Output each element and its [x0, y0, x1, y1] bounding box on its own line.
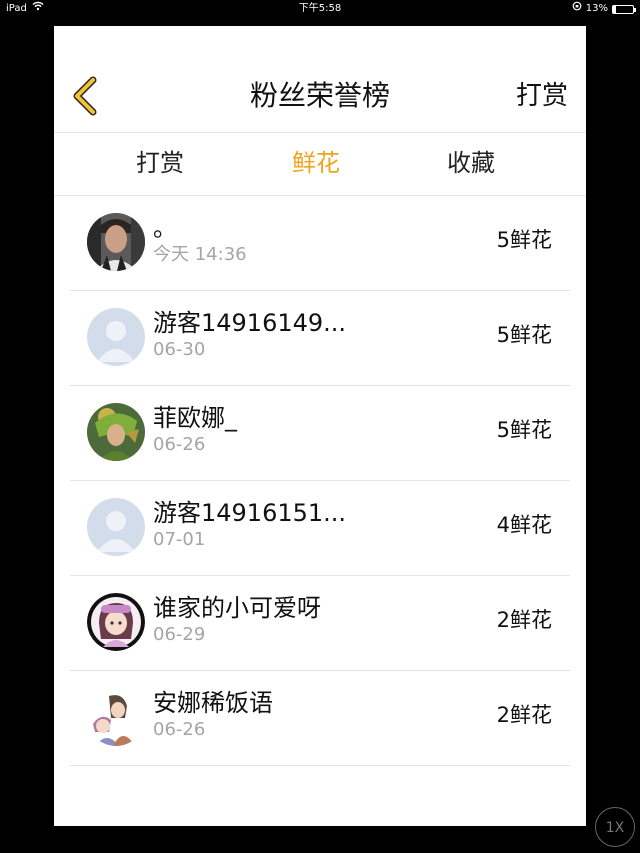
flower-count: 4鲜花	[496, 513, 552, 537]
tab-flowers[interactable]: 鲜花	[292, 145, 340, 181]
default-avatar	[87, 498, 145, 556]
battery-percent: 13%	[585, 3, 608, 14]
fan-date: 今天 14:36	[153, 244, 247, 265]
fan-date: 06-30	[153, 339, 206, 360]
flower-count: 2鲜花	[496, 703, 552, 727]
flower-count: 5鲜花	[496, 418, 552, 442]
fan-name: 谁家的小可爱呀	[153, 594, 321, 622]
fan-name: 游客14916151...	[153, 499, 347, 527]
status-right: 13%	[572, 0, 636, 18]
battery-icon	[612, 4, 636, 14]
tab-bar: 打赏 鲜花 收藏	[54, 133, 586, 196]
list-item[interactable]: 菲欧娜_ 06-26 5鲜花	[70, 386, 570, 481]
fan-date: 06-26	[153, 434, 206, 455]
photo-avatar	[87, 213, 145, 271]
status-bar: iPad 下午5:58 13%	[0, 0, 640, 18]
tab-favorites[interactable]: 收藏	[447, 145, 495, 181]
battery-fill	[613, 5, 616, 13]
list-item[interactable]: 。 今天 14:36 5鲜花	[70, 196, 570, 291]
list-item[interactable]: 游客14916149... 06-30 5鲜花	[70, 291, 570, 386]
anime-avatar	[87, 593, 145, 651]
reward-button[interactable]: 打赏	[516, 78, 568, 114]
page-title: 粉丝荣誉榜	[249, 79, 390, 112]
orientation-lock-icon	[572, 0, 582, 18]
playback-speed-button[interactable]: 1X	[595, 807, 635, 847]
fan-name: 菲欧娜_	[153, 404, 237, 432]
navigation-bar: 粉丝荣誉榜 打赏	[54, 26, 586, 133]
anime-couple-avatar	[87, 688, 145, 746]
tab-reward[interactable]: 打赏	[136, 145, 184, 181]
default-avatar	[87, 308, 145, 366]
status-time: 下午5:58	[298, 3, 342, 14]
flower-count: 5鲜花	[496, 228, 552, 252]
flower-count: 5鲜花	[496, 323, 552, 347]
fan-date: 06-29	[153, 624, 206, 645]
fan-name: 。	[153, 214, 177, 242]
fan-name: 安娜稀饭语	[153, 689, 273, 717]
screen: iPad 下午5:58 13% 粉丝荣誉榜 打赏 打赏 鲜花 收藏 。 今天 1…	[0, 0, 640, 853]
list-item[interactable]: 安娜稀饭语 06-26 2鲜花	[70, 671, 570, 766]
fan-date: 07-01	[153, 529, 206, 550]
fan-name: 游客14916149...	[153, 309, 347, 337]
flower-count: 2鲜花	[496, 608, 552, 632]
fan-list: 。 今天 14:36 5鲜花 游客14916149... 06-30 5鲜花 菲…	[54, 196, 586, 766]
game-character-avatar	[87, 403, 145, 461]
list-item[interactable]: 谁家的小可爱呀 06-29 2鲜花	[70, 576, 570, 671]
list-item[interactable]: 游客14916151... 07-01 4鲜花	[70, 481, 570, 576]
app-panel: 粉丝荣誉榜 打赏 打赏 鲜花 收藏 。 今天 14:36 5鲜花 游客14916…	[54, 26, 586, 826]
fan-date: 06-26	[153, 719, 206, 740]
